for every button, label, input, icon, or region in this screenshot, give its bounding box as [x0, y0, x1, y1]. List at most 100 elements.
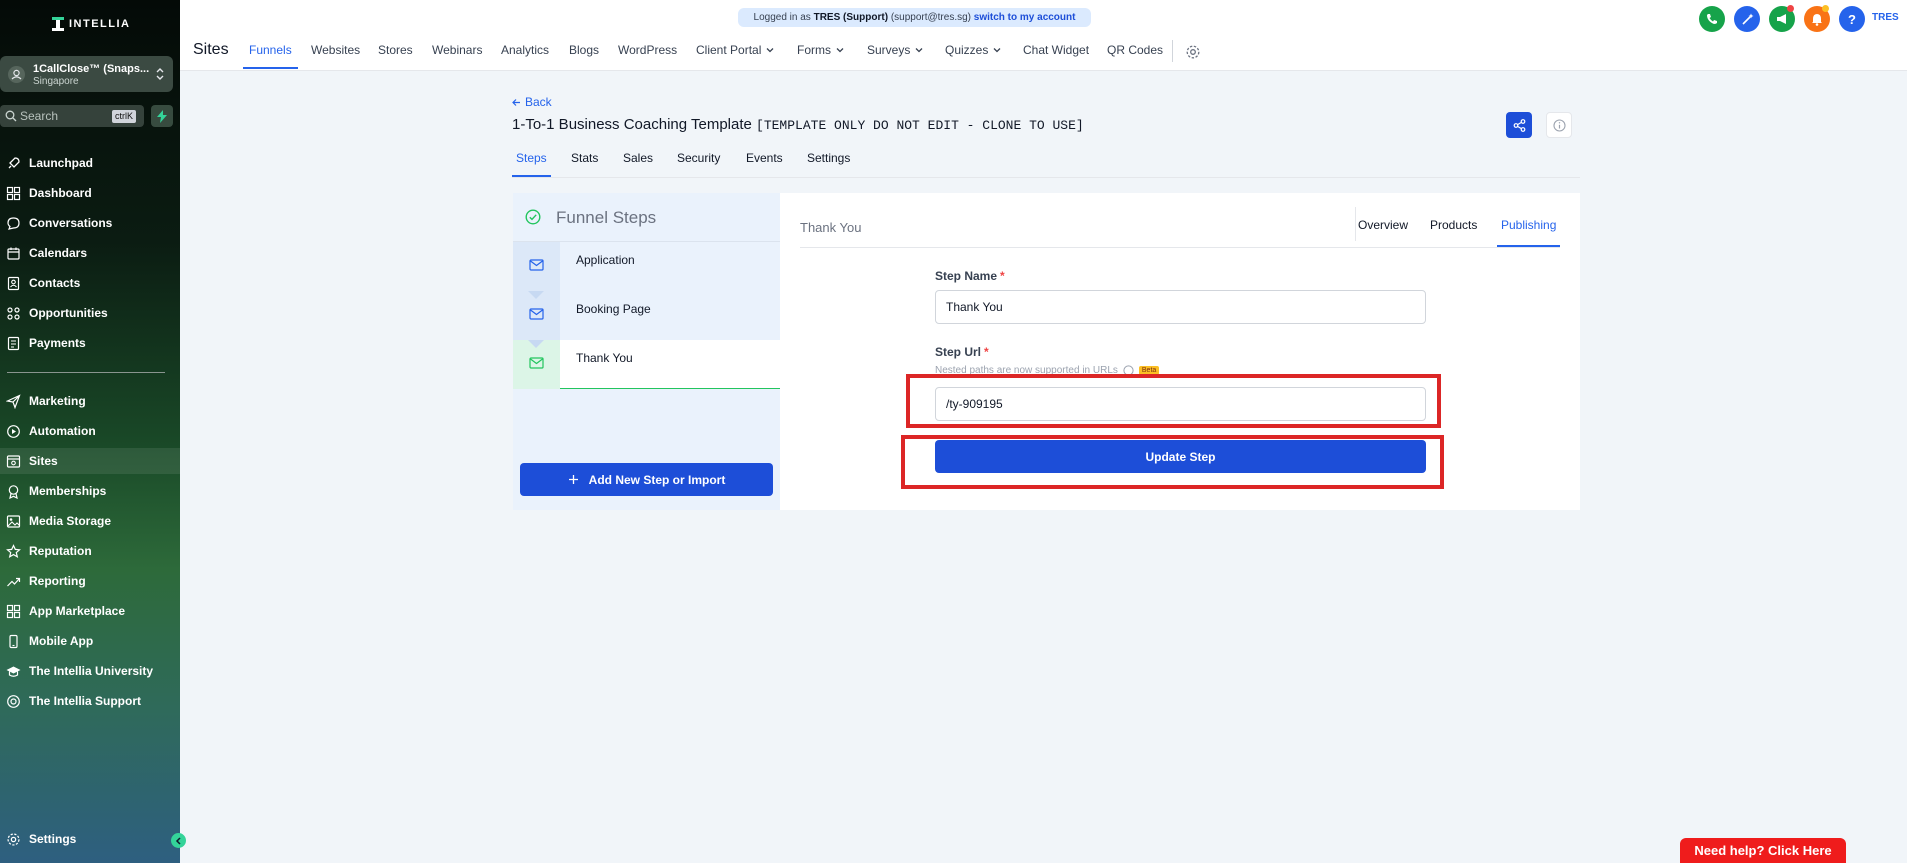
sidebar-item-opportunities[interactable]: Opportunities — [0, 300, 180, 326]
need-help-label: Need help? Click Here — [1694, 843, 1832, 858]
notification-dot — [1787, 5, 1794, 12]
nav-tab-client-portal[interactable]: Client Portal — [696, 43, 775, 57]
plus-icon — [568, 475, 578, 484]
brand-logo[interactable]: INTELLIA — [52, 17, 131, 31]
sidebar-item-payments[interactable]: Payments — [0, 330, 180, 356]
nav-tab-wordpress[interactable]: WordPress — [618, 43, 677, 57]
user-initials[interactable]: TRES — [1872, 12, 1899, 23]
settings-gear-icon[interactable] — [1185, 44, 1201, 60]
mobile-icon — [9, 634, 18, 649]
sidebar-item-label: App Marketplace — [29, 604, 126, 618]
nav-tab-label: Client Portal — [696, 43, 762, 57]
help-button[interactable]: ? — [1839, 6, 1865, 32]
funnel-tab-events[interactable]: Events — [746, 151, 783, 165]
funnel-tab-steps[interactable]: Steps — [516, 151, 547, 165]
active-tab-indicator — [243, 67, 298, 69]
banner-user: TRES (Support) — [813, 12, 889, 23]
add-step-button[interactable]: Add New Step or Import — [520, 463, 773, 496]
sidebar-item-dashboard[interactable]: Dashboard — [0, 180, 180, 206]
sites-icon — [6, 455, 21, 468]
tabs-divider — [800, 247, 1560, 248]
step-name-input[interactable] — [935, 290, 1426, 324]
account-switcher[interactable]: 1CallClose™ (Snaps... Singapore — [0, 56, 173, 92]
nav-tab-surveys[interactable]: Surveys — [867, 43, 924, 57]
sidebar-item-calendars[interactable]: Calendars — [0, 240, 180, 266]
funnel-tab-stats[interactable]: Stats — [571, 151, 598, 165]
funnel-step-item[interactable]: Thank You — [513, 340, 780, 389]
chevron-left-icon — [175, 836, 181, 845]
sidebar-item-media-storage[interactable]: Media Storage — [0, 508, 180, 534]
info-button[interactable] — [1546, 112, 1572, 138]
sidebar-item-app-marketplace[interactable]: App Marketplace — [0, 598, 180, 624]
sidebar-item-automation[interactable]: Automation — [0, 418, 180, 444]
collapse-sidebar-button[interactable] — [171, 833, 186, 848]
sidebar-item-label: Memberships — [29, 484, 107, 498]
nav-tab-chat-widget[interactable]: Chat Widget — [1023, 43, 1089, 57]
magic-button[interactable] — [1734, 6, 1760, 32]
share-button[interactable] — [1506, 112, 1532, 138]
required-marker: * — [984, 345, 989, 359]
announcements-button[interactable] — [1769, 5, 1795, 32]
nav-tab-blogs[interactable]: Blogs — [569, 43, 599, 57]
add-step-label: Add New Step or Import — [588, 472, 726, 487]
nav-tab-websites[interactable]: Websites — [311, 43, 360, 57]
nav-tab-funnels[interactable]: Funnels — [249, 43, 292, 57]
arrow-left-icon — [512, 98, 520, 106]
sidebar-item-the-intellia-university[interactable]: The Intellia University — [0, 658, 180, 684]
search-placeholder: Search — [20, 109, 59, 123]
sidebar-item-reporting[interactable]: Reporting — [0, 568, 180, 594]
phone-icon — [1707, 14, 1717, 24]
nav-tab-stores[interactable]: Stores — [378, 43, 413, 57]
detail-tab-publishing[interactable]: Publishing — [1501, 218, 1556, 232]
funnel-step-item[interactable]: Application — [513, 242, 780, 299]
sidebar-item-label: Media Storage — [29, 514, 112, 528]
chevron-down-icon — [766, 48, 774, 53]
phone-button[interactable] — [1699, 6, 1725, 32]
sidebar-item-contacts[interactable]: Contacts — [0, 270, 180, 296]
sidebar-item-marketing[interactable]: Marketing — [0, 388, 180, 414]
nav-tab-analytics[interactable]: Analytics — [501, 43, 549, 57]
step-label: Application — [576, 253, 635, 267]
sidebar-item-reputation[interactable]: Reputation — [0, 538, 180, 564]
funnel-tab-security[interactable]: Security — [677, 151, 720, 165]
sidebar-item-conversations[interactable]: Conversations — [0, 210, 180, 236]
support-icon — [7, 695, 20, 708]
calendar-icon — [7, 247, 20, 260]
sidebar-search[interactable]: Search ctrlK — [0, 105, 144, 127]
funnel-tab-sales[interactable]: Sales — [623, 151, 653, 165]
sidebar-item-label: Contacts — [29, 276, 81, 290]
sidebar-item-launchpad[interactable]: Launchpad — [0, 150, 180, 176]
sidebar-item-sites[interactable]: Sites — [0, 448, 180, 474]
account-name: 1CallClose™ (Snaps... — [33, 63, 150, 75]
nav-tab-label: Surveys — [867, 43, 911, 57]
quick-action-button[interactable] — [151, 105, 173, 127]
nav-tab-webinars[interactable]: Webinars — [432, 43, 482, 57]
need-help-button[interactable]: Need help? Click Here — [1680, 838, 1846, 863]
send-icon — [6, 394, 21, 409]
email-icon — [529, 357, 544, 369]
nav-tab-label: QR Codes — [1107, 43, 1164, 57]
account-avatar — [8, 66, 25, 83]
back-link[interactable]: Back — [512, 95, 552, 109]
sidebar-item-label: Marketing — [29, 394, 86, 408]
graduation-icon — [6, 666, 21, 677]
step-label: Booking Page — [576, 302, 651, 316]
detail-tab-products[interactable]: Products — [1430, 218, 1477, 232]
page-title: Sites — [193, 41, 229, 58]
sidebar-item-the-intellia-support[interactable]: The Intellia Support — [0, 688, 180, 714]
nav-tab-qr-codes[interactable]: QR Codes — [1107, 43, 1163, 57]
step-url-label-text: Step Url — [935, 345, 982, 359]
chevron-updown-icon — [156, 68, 164, 80]
funnel-tab-settings[interactable]: Settings — [807, 151, 850, 165]
sidebar-item-mobile-app[interactable]: Mobile App — [0, 628, 180, 654]
sidebar-item-label: Reporting — [29, 574, 86, 588]
detail-tab-overview[interactable]: Overview — [1358, 218, 1408, 232]
switch-account-link[interactable]: switch to my account — [974, 12, 1076, 23]
funnel-step-item[interactable]: Booking Page — [513, 291, 780, 348]
nav-tab-forms[interactable]: Forms — [797, 43, 845, 57]
notifications-button[interactable] — [1804, 5, 1830, 32]
nav-tab-quizzes[interactable]: Quizzes — [945, 43, 1002, 57]
sidebar-item-settings[interactable]: Settings — [0, 826, 180, 852]
sidebar-item-memberships[interactable]: Memberships — [0, 478, 180, 504]
funnel-steps-header: Funnel Steps — [513, 193, 780, 242]
